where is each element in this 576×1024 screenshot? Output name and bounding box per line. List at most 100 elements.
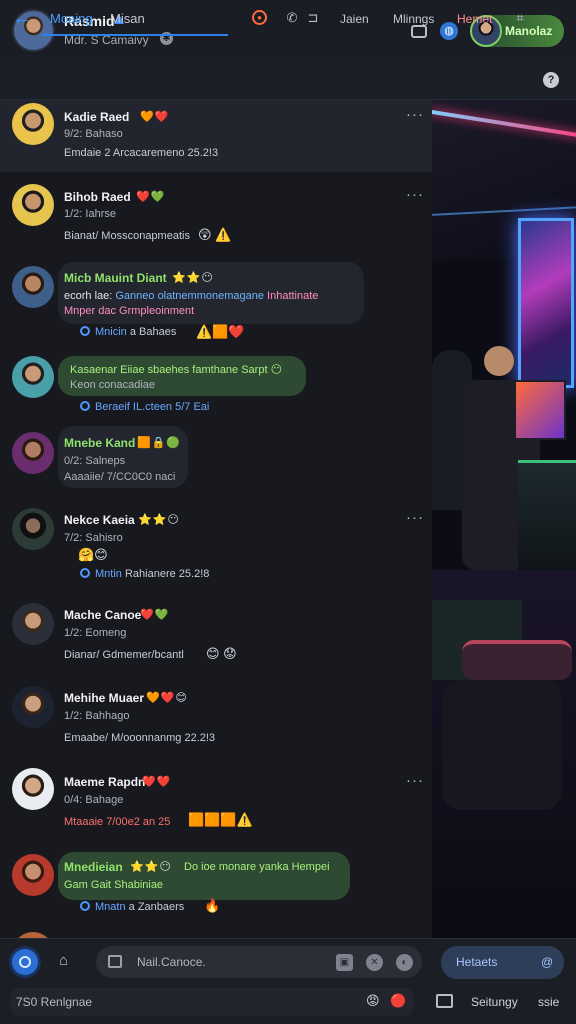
settings-link[interactable]: Seitungy [471,995,518,1009]
post-subtitle: 7/2: Sahisro [64,532,123,544]
gaming-room-photo [432,100,576,938]
post-author[interactable]: Kadie Raed [64,110,129,124]
sub-emoji: 🤗😊 [78,547,108,562]
link-icon [80,901,90,911]
list-item[interactable]: Mnedieian ⭐⭐😶 Do ioe monare yanka Hempei… [0,850,432,930]
tab-misan[interactable]: Misan [110,11,145,26]
message-line-2: Mnper dac Grmpleoinment [64,305,195,317]
reaction-icon[interactable]: ● [252,10,267,25]
message-segment: Ganneo olatnemmonemagane [112,290,264,302]
toolbar-link-hemet[interactable]: Hemet [457,12,492,26]
avatar[interactable] [12,356,54,398]
attachment-link[interactable]: Mnatn a Zanbaers [80,901,184,913]
author-emoji: ❤️💚 [136,191,166,203]
list-item[interactable]: Maeme Rapdn ❤️❤️ 0/4: Bahage Mtaaaie 7/0… [0,766,432,846]
post-author[interactable]: Micb Mauint Diant [64,271,167,285]
more-options-icon[interactable]: ··· [406,186,424,203]
help-icon[interactable]: ? [543,72,559,88]
post-author[interactable]: Mehihe Muaer [64,691,144,705]
toolbar-link-mlinngs[interactable]: Mlinngs [393,12,434,26]
post-meta: Mtaaaie 7/00e2 an 25 [64,816,171,828]
list-item[interactable]: Mehihe Muaer 🧡❤️😊 1/2: Bahhago Emaabe/ M… [0,686,432,760]
tab-moaing[interactable]: Moaing [50,11,93,26]
avatar[interactable] [12,266,54,308]
message-line-1: Kasaenar Eiiae sbaehes famthane Sarpt 😶 [70,363,282,376]
tools-icon[interactable]: ✕ [366,954,383,971]
author-emoji: 🟧🔒🟢 [137,437,182,449]
link-sub: Rahianere 25.2!8 [124,568,210,580]
avatar[interactable] [12,184,54,226]
attachment-link[interactable]: Mntin Rahianere 25.2!8 [80,568,209,580]
list-item[interactable]: Mnebe Kand 🟧🔒🟢 0/2: Salneps Aaaaiie/ 7/C… [0,426,432,500]
toolbar [0,62,576,100]
more-options-icon[interactable]: ··· [406,509,424,526]
globe-icon[interactable]: ◍ [440,22,458,40]
attachment-link[interactable]: Mnicin a Bahaes [80,326,176,338]
avatar[interactable] [12,603,54,645]
author-emoji: ⭐⭐😶 [172,272,214,284]
list-item[interactable]: Mache Canoe ❤️💚 1/2: Eomeng Dianar/ Gdme… [0,600,432,680]
link-icon [80,326,90,336]
message-line-1: Gam Gait Shabiniae [64,879,164,891]
home-icon[interactable]: ⌂ [59,953,77,969]
list-item[interactable]: Kadie Raed 🧡❤️ 9/2: Bahaso Emdaie 2 Arca… [0,100,432,172]
angry-emoji-icon[interactable]: 😡 [366,993,380,1009]
send-label[interactable]: Hetaets [456,955,497,969]
gallery-icon[interactable] [436,994,453,1008]
list-item[interactable]: Bihob Raed ❤️💚 1/2: Iahrse Bianat/ Mossc… [0,180,432,260]
attachment-link[interactable]: Beraeif IL.cteen 5/7 Eai [80,401,209,413]
list-item[interactable]: Micb Mauint Diant ⭐⭐😶 ecorh lae: Ganneo … [0,262,432,350]
record-icon[interactable] [19,956,31,968]
status-text: 7S0 Renlgnae [16,995,93,1009]
chair-armrest [462,640,572,680]
link-label[interactable]: Mnicin [95,326,127,338]
post-subtitle: 1/2: Eomeng [64,627,127,639]
post-meta: Emaabe/ M/ooonnanmg 22.2!3 [64,732,216,744]
monitor [514,380,566,440]
avatar[interactable] [12,432,54,474]
avatar[interactable] [12,686,54,728]
link-label[interactable]: Beraeif IL.cteen 5/7 Eai [95,401,209,413]
post-author[interactable]: Mache Canoe [64,608,141,622]
more-link[interactable]: ssie [538,995,559,1009]
post-author[interactable]: Mnedieian [64,860,123,874]
post-meta: Dianar/ Gdmemer/bcantl [64,649,184,661]
list-item[interactable]: Kasaenar Eiiae sbaehes famthane Sarpt 😶 … [0,352,432,422]
voice-icon[interactable]: ◐ [396,954,413,971]
friend-chip-label[interactable]: Manolaz [505,24,552,38]
attach-icon[interactable] [108,955,122,968]
post-author[interactable]: Mnebe Kand [64,436,135,450]
post-author[interactable]: Bihob Raed [64,190,131,204]
at-icon[interactable]: @ [541,955,553,969]
camera-icon[interactable] [411,25,427,38]
link-label[interactable]: Mntin [95,568,122,580]
more-options-icon[interactable]: ··· [406,772,424,789]
post-subtitle: 1/2: Bahhago [64,710,130,722]
more-options-icon[interactable]: ··· [406,106,424,123]
meta-emoji: 🟧🟧🟧⚠️ [188,812,253,827]
post-author[interactable]: Nekce Kaeia [64,513,135,527]
post-author[interactable]: Maeme Rapdn [64,775,145,789]
wall-screen [518,218,574,388]
avatar[interactable] [12,508,54,550]
avatar[interactable] [12,854,54,896]
desk [518,460,576,570]
link-label[interactable]: Mnatn [95,901,126,913]
alert-emoji-icon[interactable]: 🔴 [390,993,406,1009]
link-emoji: 🔥 [204,898,221,913]
back-arrow-icon[interactable]: ← [12,8,32,28]
message-line-2: Keon conacadiae [70,379,156,391]
toolbar-link-jaien[interactable]: Jaien [340,12,369,26]
bracket-icon[interactable]: ⊐ [305,10,321,26]
grid-icon[interactable]: ⌗ [512,10,528,26]
image-icon[interactable]: ▣ [336,954,353,971]
list-item[interactable]: Nekce Kaeia ⭐⭐😶 7/2: Sahisro 🤗😊 Mntin Ra… [0,504,432,592]
avatar[interactable] [12,103,54,145]
post-meta: Aaaaiie/ 7/CC0C0 naci [64,471,176,483]
message-placeholder[interactable]: Nail.Canoce. [137,955,206,969]
avatar[interactable] [12,768,54,810]
chat-feed[interactable]: Kadie Raed 🧡❤️ 9/2: Bahaso Emdaie 2 Arca… [0,100,432,938]
phone-icon[interactable]: ✆ [284,10,300,26]
post-subtitle: 0/2: Salneps [64,455,126,467]
message-segment: ecorh lae: [64,290,113,302]
